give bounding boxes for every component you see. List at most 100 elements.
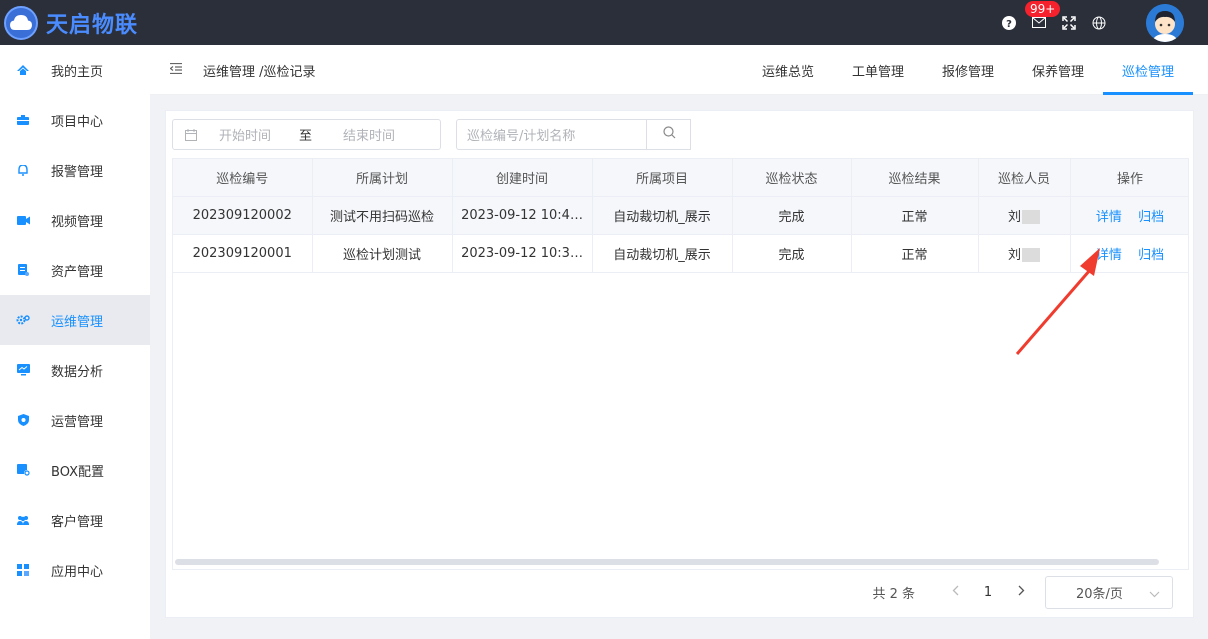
sidebar-item-projects[interactable]: 项目中心 xyxy=(0,95,150,145)
sidebar-item-label: 报警管理 xyxy=(51,164,104,180)
inspection-table: 巡检编号 所属计划 创建时间 所属项目 巡检状态 巡检结果 巡检人员 操作 20… xyxy=(172,158,1189,570)
tab-ops-overview[interactable]: 运维总览 xyxy=(743,45,833,95)
cell-project: 自动裁切机_展示 xyxy=(592,196,733,235)
column-header: 所属计划 xyxy=(312,159,453,197)
cloud-logo-icon xyxy=(4,5,38,40)
gear-icon xyxy=(16,313,30,327)
tab-inspection[interactable]: 巡检管理 xyxy=(1103,45,1193,95)
sidebar-item-home[interactable]: 我的主页 xyxy=(0,45,150,95)
cell-result: 正常 xyxy=(851,196,979,235)
archive-link[interactable]: 归档 xyxy=(1138,210,1164,225)
logo[interactable]: 天启物联 xyxy=(0,5,139,40)
prev-page-icon[interactable] xyxy=(939,585,971,600)
search-button[interactable] xyxy=(646,119,691,150)
date-range-picker[interactable]: 开始时间 至 结束时间 xyxy=(172,119,441,150)
brand-name: 天启物联 xyxy=(46,12,139,38)
table-row[interactable]: 202309120001 巡检计划测试 2023-09-12 10:3… 自动裁… xyxy=(173,234,1188,273)
sidebar-item-label: 资产管理 xyxy=(51,264,104,280)
table-header-row: 巡检编号 所属计划 创建时间 所属项目 巡检状态 巡检结果 巡检人员 操作 xyxy=(173,159,1188,197)
archive-link[interactable]: 归档 xyxy=(1138,248,1164,263)
sidebar-item-customers[interactable]: 客户管理 xyxy=(0,495,150,545)
fullscreen-icon[interactable] xyxy=(1061,15,1077,31)
sidebar-item-box-config[interactable]: BOX配置 xyxy=(0,445,150,495)
date-range-separator: 至 xyxy=(299,129,313,144)
end-date-input[interactable]: 结束时间 xyxy=(343,125,395,144)
cell-result: 正常 xyxy=(851,234,979,273)
column-header: 巡检结果 xyxy=(851,159,979,197)
user-avatar[interactable] xyxy=(1146,3,1184,42)
search-icon xyxy=(662,126,676,143)
home-icon xyxy=(16,63,30,77)
apps-icon xyxy=(16,563,30,577)
pagination: 共 2 条 1 20条/页 xyxy=(872,576,1173,609)
cell-actions: 详情 归档 xyxy=(1070,234,1188,273)
sidebar-item-label: 运维管理 xyxy=(51,314,104,330)
sidebar-item-video[interactable]: 视频管理 xyxy=(0,195,150,245)
sidebar-item-analytics[interactable]: 数据分析 xyxy=(0,345,150,395)
box-icon xyxy=(16,463,30,477)
sidebar-item-label: 视频管理 xyxy=(51,214,104,230)
bell-icon xyxy=(16,163,30,177)
cell-person: 刘 xyxy=(978,196,1071,235)
total-count: 共 2 条 xyxy=(872,587,915,602)
column-header: 所属项目 xyxy=(592,159,733,197)
sidebar-item-label: 客户管理 xyxy=(51,514,104,530)
project-icon xyxy=(16,113,30,127)
module-tabs: 运维总览 工单管理 报修管理 保养管理 巡检管理 xyxy=(743,45,1193,95)
cell-person: 刘 xyxy=(978,234,1071,273)
users-icon xyxy=(16,513,30,527)
cell-plan: 巡检计划测试 xyxy=(312,234,453,273)
detail-link[interactable]: 详情 xyxy=(1096,210,1122,225)
sidebar-item-assets[interactable]: 资产管理 xyxy=(0,245,150,295)
person-name: 刘 xyxy=(1007,247,1021,263)
video-icon xyxy=(16,213,30,227)
chevron-down-icon xyxy=(1149,587,1160,602)
tab-repairs[interactable]: 报修管理 xyxy=(923,45,1013,95)
sidebar-item-label: 数据分析 xyxy=(51,364,104,380)
language-icon[interactable] xyxy=(1091,15,1107,31)
page-number[interactable]: 1 xyxy=(971,585,1005,600)
sidebar: 我的主页 项目中心 报警管理 视频管理 资产管理 运维管理 数据分析 运营管理 … xyxy=(0,45,150,639)
shield-icon xyxy=(16,413,30,427)
notification-badge: 99+ xyxy=(1025,0,1061,17)
top-header: 天启物联 ? 99+ xyxy=(0,0,1208,45)
cell-project: 自动裁切机_展示 xyxy=(592,234,733,273)
detail-link[interactable]: 详情 xyxy=(1096,248,1122,263)
cell-id: 202309120001 xyxy=(173,234,313,273)
tab-maintenance[interactable]: 保养管理 xyxy=(1013,45,1103,95)
asset-icon xyxy=(16,263,30,277)
redaction-blur xyxy=(1022,210,1040,224)
svg-text:?: ? xyxy=(1006,19,1012,30)
tab-work-orders[interactable]: 工单管理 xyxy=(833,45,923,95)
sidebar-item-label: 我的主页 xyxy=(51,64,104,80)
person-name: 刘 xyxy=(1007,209,1021,225)
sidebar-item-label: 运营管理 xyxy=(51,414,104,430)
sidebar-item-operations[interactable]: 运营管理 xyxy=(0,395,150,445)
mail-icon[interactable]: 99+ xyxy=(1025,0,1061,31)
sidebar-item-label: 项目中心 xyxy=(51,114,104,130)
next-page-icon[interactable] xyxy=(1005,585,1037,600)
breadcrumb: 运维管理 /巡检记录 xyxy=(203,65,316,80)
cell-status: 完成 xyxy=(732,234,852,273)
sidebar-item-alarms[interactable]: 报警管理 xyxy=(0,145,150,195)
sidebar-item-ops[interactable]: 运维管理 xyxy=(0,295,150,345)
inspection-records-card: 开始时间 至 结束时间 巡检编号/计划名称 巡检编号 所属计划 创建时间 所属项… xyxy=(165,110,1194,618)
redaction-blur xyxy=(1022,248,1040,262)
cell-status: 完成 xyxy=(732,196,852,235)
start-date-input[interactable]: 开始时间 xyxy=(219,125,299,144)
cell-created: 2023-09-12 10:4… xyxy=(452,196,593,235)
column-header: 巡检人员 xyxy=(978,159,1071,197)
cell-created: 2023-09-12 10:3… xyxy=(452,234,593,273)
menu-collapse-icon[interactable] xyxy=(169,62,182,75)
column-header: 巡检编号 xyxy=(173,159,313,197)
sidebar-item-apps[interactable]: 应用中心 xyxy=(0,545,150,595)
cell-id: 202309120002 xyxy=(173,196,313,235)
page-size-select[interactable]: 20条/页 xyxy=(1045,576,1173,609)
cell-plan: 测试不用扫码巡检 xyxy=(312,196,453,235)
cell-actions: 详情 归档 xyxy=(1070,196,1188,235)
table-row[interactable]: 202309120002 测试不用扫码巡检 2023-09-12 10:4… 自… xyxy=(173,196,1188,235)
sidebar-item-label: 应用中心 xyxy=(51,564,104,580)
help-icon[interactable]: ? xyxy=(1001,15,1017,31)
monitor-icon xyxy=(16,363,30,377)
horizontal-scrollbar[interactable] xyxy=(175,559,1159,565)
